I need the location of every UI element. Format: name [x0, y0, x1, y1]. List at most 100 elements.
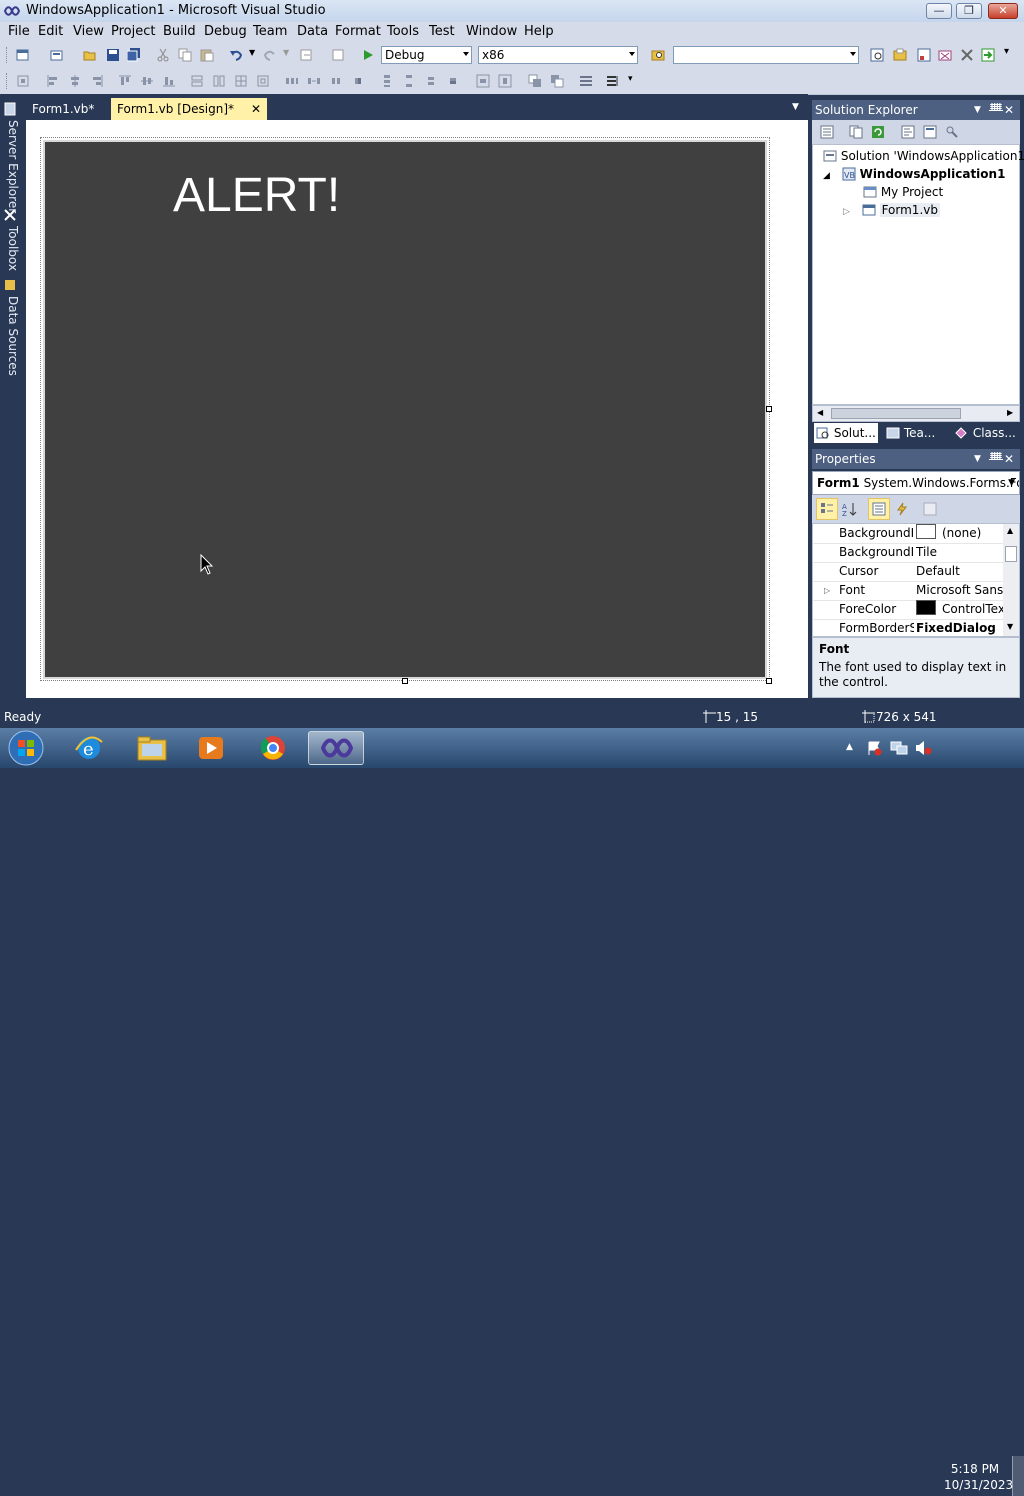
- scroll-thumb[interactable]: [1005, 546, 1017, 562]
- resize-handle-bottom-right[interactable]: [766, 678, 772, 684]
- server-explorer-tab[interactable]: Server Explorer: [2, 120, 20, 213]
- menu-format[interactable]: Format: [335, 24, 381, 39]
- form1-design-canvas[interactable]: [43, 140, 767, 679]
- navigate-backward-icon[interactable]: [300, 48, 314, 62]
- property-row-background-image[interactable]: BackgroundIr (none): [813, 524, 1005, 544]
- undo-icon[interactable]: [229, 48, 243, 62]
- lock-controls-icon[interactable]: [606, 74, 620, 88]
- toolbar-options-icon[interactable]: ▾: [628, 74, 633, 84]
- property-pages-icon[interactable]: [923, 502, 937, 516]
- cut-icon[interactable]: [156, 48, 170, 62]
- scroll-thumb[interactable]: [831, 408, 961, 419]
- data-sources-icon[interactable]: [3, 278, 17, 292]
- scroll-up-icon[interactable]: ▲: [1007, 526, 1013, 535]
- solution-platform-combo[interactable]: x86: [478, 46, 638, 64]
- windows-start-button[interactable]: [6, 729, 46, 767]
- network-icon[interactable]: [890, 740, 908, 756]
- volume-muted-icon[interactable]: [914, 740, 932, 756]
- close-panel-icon[interactable]: ✕: [1004, 100, 1014, 120]
- solution-explorer-icon[interactable]: [870, 48, 884, 62]
- align-rights-icon[interactable]: [90, 74, 104, 88]
- tab-solution-explorer[interactable]: Solut...: [814, 423, 878, 443]
- center-vertically-icon[interactable]: [498, 74, 512, 88]
- view-class-diagram-icon[interactable]: [945, 125, 959, 139]
- properties-window-icon[interactable]: [893, 48, 907, 62]
- make-same-width-icon[interactable]: [190, 74, 204, 88]
- horizontal-spacing-equal-icon[interactable]: [285, 74, 299, 88]
- properties-view-button[interactable]: [868, 498, 890, 520]
- size-to-grid-icon[interactable]: [234, 74, 248, 88]
- scroll-down-icon[interactable]: ▼: [1007, 622, 1013, 631]
- collapse-arrow-icon[interactable]: ◢: [823, 171, 830, 181]
- object-browser-icon[interactable]: [917, 48, 931, 62]
- increase-vertical-spacing-icon[interactable]: [402, 74, 416, 88]
- close-tab-icon[interactable]: ✕: [251, 98, 261, 120]
- auto-hide-pin-icon[interactable]: ᚙ: [989, 100, 1003, 120]
- start-page-icon[interactable]: [981, 48, 995, 62]
- data-sources-tab[interactable]: Data Sources: [2, 296, 20, 376]
- undo-dropdown-icon[interactable]: ▼: [249, 48, 255, 57]
- menu-file[interactable]: File: [8, 24, 30, 39]
- find-in-files-icon[interactable]: [651, 48, 665, 62]
- tab-class-view[interactable]: Class...: [953, 423, 1018, 443]
- make-same-height-icon[interactable]: [212, 74, 226, 88]
- property-row-form-border-style[interactable]: FormBorderSt FixedDialog: [813, 619, 1005, 636]
- menu-tools[interactable]: Tools: [387, 24, 419, 39]
- align-lefts-icon[interactable]: [46, 74, 60, 88]
- tab-form1-design[interactable]: Form1.vb [Design]* ✕: [111, 98, 267, 120]
- taskbar-clock[interactable]: 5:18 PM 10/31/2023: [944, 1461, 1013, 1493]
- send-to-back-icon[interactable]: [550, 74, 564, 88]
- categorized-button[interactable]: [816, 498, 838, 520]
- auto-hide-pin-icon[interactable]: ᚙ: [989, 449, 1003, 469]
- view-designer-icon[interactable]: [923, 125, 937, 139]
- open-file-icon[interactable]: [83, 48, 97, 62]
- add-item-icon[interactable]: [50, 48, 64, 62]
- remove-horizontal-spacing-icon[interactable]: [351, 74, 365, 88]
- scroll-right-icon[interactable]: ▶: [1007, 408, 1013, 417]
- align-to-grid-icon[interactable]: [16, 74, 30, 88]
- align-centers-icon[interactable]: [68, 74, 82, 88]
- expand-arrow-icon[interactable]: ▷: [843, 207, 850, 217]
- align-middles-icon[interactable]: [140, 74, 154, 88]
- extension-manager-icon[interactable]: [960, 48, 974, 62]
- view-code-icon[interactable]: [901, 125, 915, 139]
- visual-studio-taskbar-button[interactable]: [308, 731, 364, 765]
- center-horizontally-icon[interactable]: [476, 74, 490, 88]
- increase-horizontal-spacing-icon[interactable]: [307, 74, 321, 88]
- remove-vertical-spacing-icon[interactable]: [446, 74, 460, 88]
- chrome-taskbar-button[interactable]: [246, 731, 302, 765]
- action-center-flag-icon[interactable]: [866, 740, 882, 756]
- new-project-icon[interactable]: [16, 48, 30, 62]
- expand-arrow-icon[interactable]: ▷: [824, 581, 830, 600]
- events-lightning-icon[interactable]: [895, 502, 909, 516]
- align-bottoms-icon[interactable]: [162, 74, 176, 88]
- properties-icon[interactable]: [820, 125, 834, 139]
- property-row-background-image-layout[interactable]: BackgroundIr Tile: [813, 543, 1005, 563]
- window-position-dropdown-icon[interactable]: ▼: [974, 100, 981, 120]
- toolbox-icon[interactable]: [938, 48, 952, 62]
- menu-edit[interactable]: Edit: [38, 24, 63, 39]
- solution-configuration-combo[interactable]: Debug: [381, 46, 472, 64]
- make-same-size-icon[interactable]: [256, 74, 270, 88]
- resize-handle-bottom[interactable]: [402, 678, 408, 684]
- tree-node-solution[interactable]: Solution 'WindowsApplication1': [823, 149, 1024, 163]
- menu-window[interactable]: Window: [466, 24, 517, 39]
- align-tops-icon[interactable]: [118, 74, 132, 88]
- menu-build[interactable]: Build: [163, 24, 196, 39]
- property-grid-scrollbar[interactable]: ▲ ▼: [1003, 524, 1019, 636]
- tree-node-my-project[interactable]: My Project: [863, 185, 943, 199]
- minimize-button[interactable]: —: [926, 3, 952, 19]
- copy-icon[interactable]: [178, 48, 192, 62]
- tab-team-explorer[interactable]: Tea...: [884, 423, 937, 443]
- decrease-horizontal-spacing-icon[interactable]: [329, 74, 343, 88]
- toolbox-icon[interactable]: [3, 208, 17, 222]
- save-all-icon[interactable]: [127, 48, 141, 62]
- menu-view[interactable]: View: [73, 24, 104, 39]
- menu-debug[interactable]: Debug: [204, 24, 247, 39]
- close-panel-icon[interactable]: ✕: [1004, 449, 1014, 469]
- start-debugging-icon[interactable]: [361, 48, 375, 62]
- paste-icon[interactable]: [200, 48, 214, 62]
- toolbar-grip[interactable]: [6, 47, 10, 63]
- redo-icon[interactable]: [263, 48, 277, 62]
- resize-handle-right[interactable]: [766, 406, 772, 412]
